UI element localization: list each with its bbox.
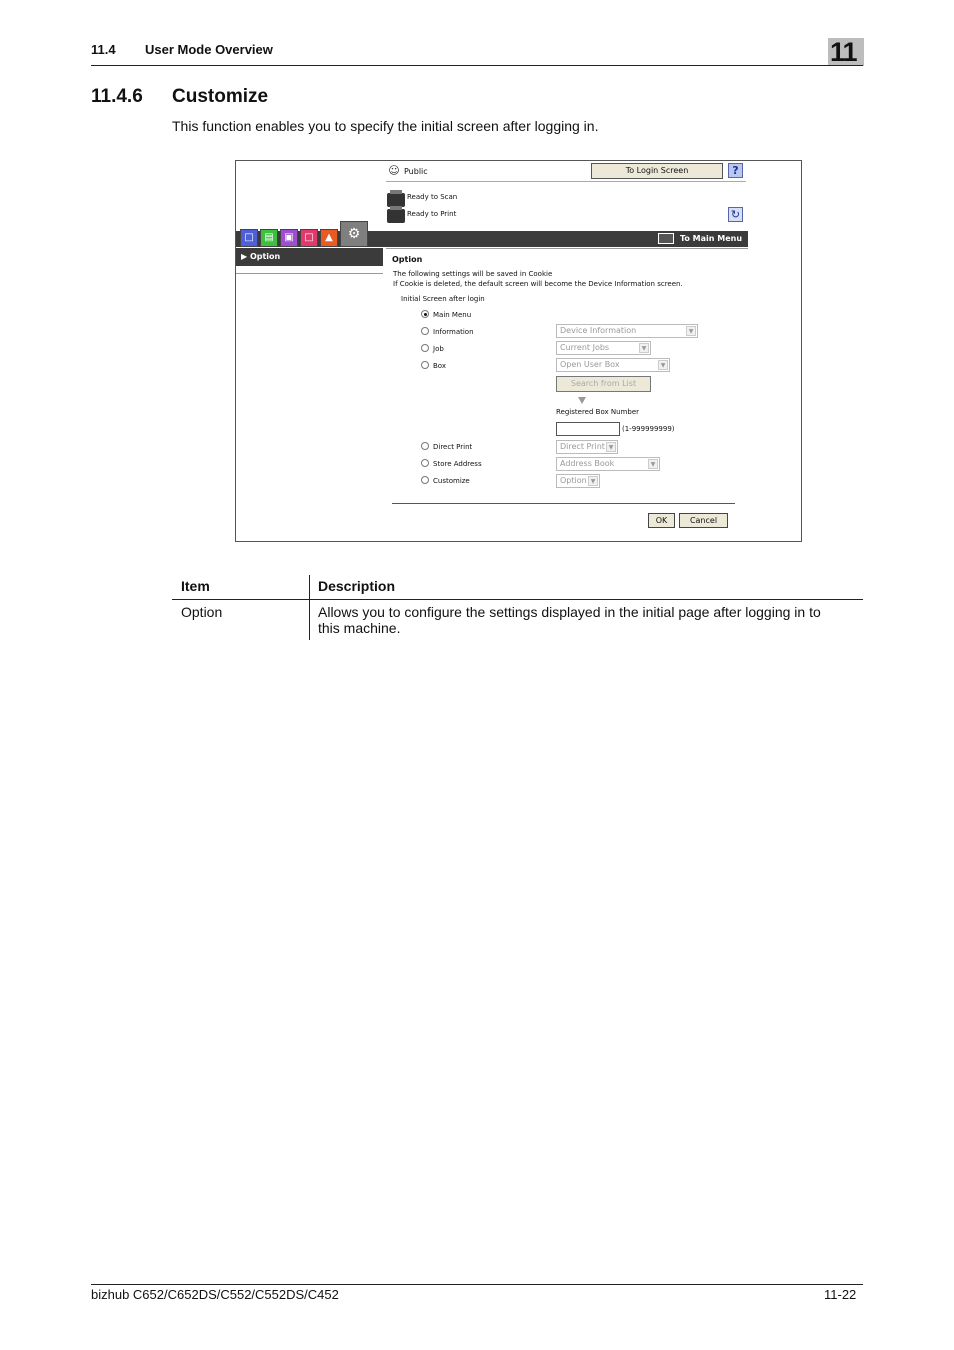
- cookie-note-1: The following settings will be saved in …: [393, 270, 553, 278]
- tab-print-icon[interactable]: □: [300, 229, 318, 247]
- table-header-item: Item: [181, 578, 210, 594]
- tab-box-icon[interactable]: ▣: [280, 229, 298, 247]
- option-label: Job: [433, 345, 444, 353]
- user-label: Public: [404, 167, 428, 176]
- header-rule: [91, 65, 863, 66]
- tab-job-icon[interactable]: ▤: [260, 229, 278, 247]
- table-header-description: Description: [318, 578, 396, 594]
- footer-page-number: 11-22: [824, 1287, 857, 1302]
- printer-icon: [387, 206, 405, 223]
- footer-rule: [91, 1284, 863, 1285]
- header-section-number: 11.4: [91, 42, 116, 57]
- registered-box-input[interactable]: [556, 422, 620, 436]
- option-label: Box: [433, 362, 447, 370]
- tab-system-icon[interactable]: □: [240, 229, 258, 247]
- section-number: 11.4.6: [91, 86, 143, 107]
- chevron-down-icon: ▼: [639, 343, 649, 353]
- select-value: Direct Print: [560, 442, 605, 451]
- tab-customize-icon[interactable]: ⚙: [340, 221, 368, 247]
- table-cell-description-cont: this machine.: [318, 620, 401, 636]
- job-select[interactable]: Current Jobs ▼: [556, 341, 651, 355]
- radio-job[interactable]: [421, 344, 429, 352]
- box-select[interactable]: Open User Box ▼: [556, 358, 670, 372]
- chevron-down-icon: ▼: [658, 360, 668, 370]
- sidebar-item-option[interactable]: ▶ Option: [236, 248, 383, 266]
- chevron-down-icon: ▼: [606, 442, 616, 452]
- header-section-title: User Mode Overview: [145, 42, 273, 57]
- triangle-right-icon: ▶: [241, 252, 250, 261]
- table-header-rule: [172, 599, 863, 600]
- to-main-menu-link[interactable]: To Main Menu: [680, 234, 742, 243]
- customize-select[interactable]: Option ▼: [556, 474, 600, 488]
- initial-screen-label: Initial Screen after login: [401, 295, 485, 303]
- chapter-number: 11: [830, 37, 858, 67]
- intro-text: This function enables you to specify the…: [172, 118, 599, 134]
- user-icon: ☺: [388, 164, 400, 177]
- screenshot-frame: ☺ Public To Login Screen ? Ready to Scan…: [235, 160, 802, 542]
- select-value: Address Book: [560, 459, 615, 468]
- select-value: Device Information: [560, 326, 637, 335]
- cancel-button[interactable]: Cancel: [679, 513, 728, 528]
- search-from-list-button[interactable]: Search from List: [556, 376, 651, 392]
- select-value: Open User Box: [560, 360, 620, 369]
- scanner-icon: [387, 190, 405, 207]
- select-value: Current Jobs: [560, 343, 610, 352]
- table-cell-item: Option: [181, 604, 223, 620]
- radio-box[interactable]: [421, 361, 429, 369]
- option-label: Direct Print: [433, 443, 473, 451]
- chevron-down-icon: ▼: [648, 459, 658, 469]
- section-title: Customize: [172, 86, 269, 107]
- print-status: Ready to Print: [407, 210, 457, 218]
- ok-button[interactable]: OK: [648, 513, 675, 528]
- information-select[interactable]: Device Information ▼: [556, 324, 698, 338]
- mode-tabs: □ ▤ ▣ □ ▲ ⚙: [236, 221, 371, 247]
- option-label: Information: [433, 328, 474, 336]
- direct-print-select[interactable]: Direct Print ▼: [556, 440, 618, 454]
- radio-store-address[interactable]: [421, 459, 429, 467]
- arrow-down-icon: [578, 397, 586, 404]
- radio-customize[interactable]: [421, 476, 429, 484]
- radio-direct-print[interactable]: [421, 442, 429, 450]
- option-label: Store Address: [433, 460, 482, 468]
- help-icon[interactable]: ?: [728, 163, 743, 178]
- tab-store-address-icon[interactable]: ▲: [320, 229, 338, 247]
- option-label: Customize: [433, 477, 470, 485]
- sidebar-item-label: Option: [249, 252, 281, 261]
- box-range-hint: (1-999999999): [622, 425, 675, 433]
- sidebar-divider: [236, 273, 383, 274]
- radio-information[interactable]: [421, 327, 429, 335]
- scan-status: Ready to Scan: [407, 193, 458, 201]
- option-label: Main Menu: [433, 311, 472, 319]
- registered-box-label: Registered Box Number: [556, 408, 639, 416]
- refresh-icon[interactable]: ↻: [728, 207, 743, 222]
- panel-title: Option: [392, 255, 423, 264]
- top-divider: [386, 181, 746, 182]
- radio-main-menu[interactable]: [421, 310, 429, 318]
- content-divider: [386, 248, 748, 249]
- cookie-note-2: If Cookie is deleted, the default screen…: [393, 280, 683, 288]
- main-menu-icon: [658, 233, 674, 244]
- table-cell-description: Allows you to configure the settings dis…: [318, 604, 821, 620]
- footer-model: bizhub C652/C652DS/C552/C552DS/C452: [91, 1287, 339, 1302]
- login-screen-button[interactable]: To Login Screen: [591, 163, 723, 179]
- select-value: Option: [560, 476, 587, 485]
- bottom-divider: [392, 503, 735, 504]
- chevron-down-icon: ▼: [588, 476, 598, 486]
- store-address-select[interactable]: Address Book ▼: [556, 457, 660, 471]
- chevron-down-icon: ▼: [686, 326, 696, 336]
- table-column-divider: [309, 575, 310, 640]
